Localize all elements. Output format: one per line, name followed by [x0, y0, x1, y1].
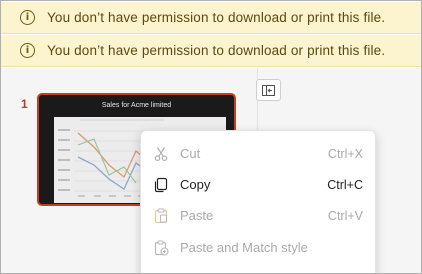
- collapse-pane-icon: [262, 84, 275, 96]
- copy-shortcut: Ctrl+C: [327, 177, 363, 192]
- paste-match-style-label: Paste and Match style: [180, 240, 308, 255]
- permission-banner: i You don’t have permission to download …: [1, 35, 421, 67]
- paste-shortcut: Ctrl+V: [327, 208, 363, 223]
- copy-menu-item[interactable]: Copy Ctrl+C: [141, 169, 375, 200]
- copy-label: Copy: [180, 177, 211, 192]
- paste-match-icon: [154, 240, 169, 256]
- clipboard-icon: [154, 208, 168, 224]
- permission-message: You don’t have permission to download or…: [47, 43, 386, 58]
- paste-match-style-menu-item[interactable]: Paste and Match style: [141, 232, 375, 263]
- paste-menu-item[interactable]: Paste Ctrl+V: [141, 200, 375, 231]
- collapse-pane-button[interactable]: [256, 79, 281, 101]
- scissors-icon: [154, 147, 168, 162]
- info-icon: i: [20, 43, 35, 58]
- cut-shortcut: Ctrl+X: [327, 146, 363, 161]
- app-frame: i You don’t have permission to download …: [0, 0, 422, 274]
- slide-number: 1: [21, 97, 28, 111]
- slide-title: Sales for Acme limited: [101, 102, 172, 109]
- context-menu: Cut Ctrl+X Copy Ctrl+C Paste Ctrl+V Past…: [140, 130, 376, 273]
- info-icon: i: [20, 10, 35, 25]
- permission-message: You don’t have permission to download or…: [47, 10, 386, 25]
- permission-banner: i You don’t have permission to download …: [1, 2, 421, 34]
- cut-label: Cut: [180, 146, 201, 161]
- paste-label: Paste: [180, 208, 214, 223]
- cut-menu-item[interactable]: Cut Ctrl+X: [141, 138, 375, 169]
- copy-icon: [154, 177, 168, 193]
